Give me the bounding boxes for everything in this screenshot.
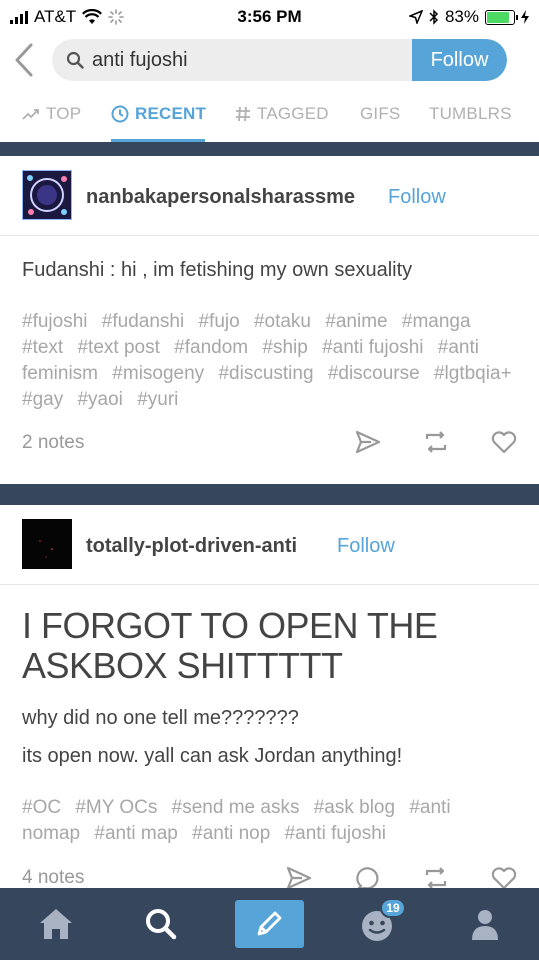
feed-divider — [0, 142, 539, 156]
search-input[interactable] — [92, 39, 422, 81]
post-line: its open now. yall can ask Jordan anythi… — [22, 745, 403, 767]
search-icon[interactable] — [141, 904, 181, 944]
tag-link[interactable]: #fujo — [198, 311, 239, 332]
post-header: nanbakapersonalsharassme Follow — [0, 156, 539, 236]
tag-link[interactable]: #ask blog — [314, 797, 395, 818]
notes-count[interactable]: 4 notes — [22, 867, 84, 889]
reblog-icon[interactable] — [422, 428, 450, 456]
post-text: Fudanshi : hi , im fetishing my own sexu… — [22, 259, 413, 281]
battery-icon — [485, 9, 518, 25]
tab-top[interactable]: TOP — [22, 104, 81, 124]
status-right: 83% — [408, 7, 529, 27]
search-icon — [66, 51, 84, 69]
tab-tagged-label: TAGGED — [257, 104, 329, 123]
post-line: why did no one tell me??????? — [22, 707, 299, 729]
tag-link[interactable]: #yaoi — [77, 389, 122, 410]
post-title: I FORGOT TO OPEN THE ASKBOX SHITTTTT — [22, 605, 438, 686]
tab-recent[interactable]: RECENT — [111, 104, 206, 124]
tag-link[interactable]: #gay — [22, 389, 63, 410]
tag-link[interactable]: #anti fujoshi — [285, 823, 386, 844]
tab-gifs[interactable]: GIFS — [360, 104, 400, 124]
tag-link[interactable]: #discusting — [218, 363, 313, 384]
tag-link[interactable]: #manga — [402, 311, 471, 332]
compose-button[interactable] — [235, 900, 304, 948]
tag-link[interactable]: #MY OCs — [75, 797, 157, 818]
home-icon[interactable] — [36, 904, 76, 944]
tag-link[interactable]: #anti fujoshi — [322, 337, 423, 358]
tab-tumblrs-label: TUMBLRS — [429, 104, 512, 123]
tag-link[interactable]: #misogeny — [112, 363, 204, 384]
charging-icon — [521, 10, 529, 24]
blog-name[interactable]: totally-plot-driven-anti — [86, 535, 297, 558]
clock-icon — [111, 105, 129, 123]
location-icon — [408, 10, 423, 24]
tag-link[interactable]: #otaku — [254, 311, 311, 332]
tag-link[interactable]: #fujoshi — [22, 311, 88, 332]
tag-link[interactable]: #lgtbqia+ — [434, 363, 512, 384]
notification-badge: 19 — [380, 898, 406, 918]
post-header: totally-plot-driven-anti Follow — [0, 505, 539, 585]
tag-link[interactable]: #fandom — [174, 337, 248, 358]
notes-count[interactable]: 2 notes — [22, 432, 84, 454]
tag-link[interactable]: #anti map — [94, 823, 177, 844]
pencil-icon — [257, 911, 282, 936]
search-tabs: TOP RECENT TAGGED GIFS TUMBLRS — [0, 90, 539, 142]
tab-recent-label: RECENT — [135, 104, 207, 123]
search-header: Follow — [0, 34, 539, 90]
share-icon[interactable] — [354, 428, 382, 456]
tag-link[interactable]: #send me asks — [172, 797, 300, 818]
post-divider — [0, 484, 539, 505]
tag-link[interactable]: #discourse — [328, 363, 420, 384]
tag-link[interactable]: #yuri — [137, 389, 178, 410]
search-bar[interactable]: Follow — [52, 39, 507, 81]
post-tags: #fujoshi #fudanshi #fujo #otaku #anime #… — [22, 309, 522, 413]
post-tags: #OC #MY OCs #send me asks #ask blog #ant… — [22, 795, 522, 847]
status-bar: AT&T 3:56 PM 83% — [0, 0, 539, 34]
avatar[interactable] — [22, 170, 72, 220]
back-chevron-icon[interactable] — [12, 42, 36, 78]
like-icon[interactable] — [490, 428, 518, 456]
tag-link[interactable]: #text — [22, 337, 63, 358]
tag-link[interactable]: #anti nop — [192, 823, 270, 844]
follow-blog-button[interactable]: Follow — [337, 535, 395, 558]
tab-top-label: TOP — [46, 104, 82, 123]
tag-link[interactable]: #OC — [22, 797, 61, 818]
trending-icon — [22, 109, 39, 120]
follow-search-button[interactable]: Follow — [412, 39, 507, 81]
bottom-nav: 19 — [0, 888, 539, 960]
blog-name[interactable]: nanbakapersonalsharassme — [86, 186, 355, 209]
battery-percent: 83% — [444, 7, 479, 26]
account-icon[interactable] — [465, 904, 505, 944]
bluetooth-icon — [429, 9, 439, 25]
tab-tumblrs[interactable]: TUMBLRS — [429, 104, 512, 124]
tag-link[interactable]: #ship — [262, 337, 307, 358]
tag-link[interactable]: #anime — [325, 311, 387, 332]
tag-link[interactable]: #fudanshi — [102, 311, 184, 332]
tab-tagged[interactable]: TAGGED — [235, 104, 329, 124]
follow-blog-button[interactable]: Follow — [388, 186, 446, 209]
hash-icon — [236, 106, 250, 122]
avatar[interactable] — [22, 519, 72, 569]
tab-gifs-label: GIFS — [360, 104, 401, 123]
tag-link[interactable]: #text post — [77, 337, 159, 358]
